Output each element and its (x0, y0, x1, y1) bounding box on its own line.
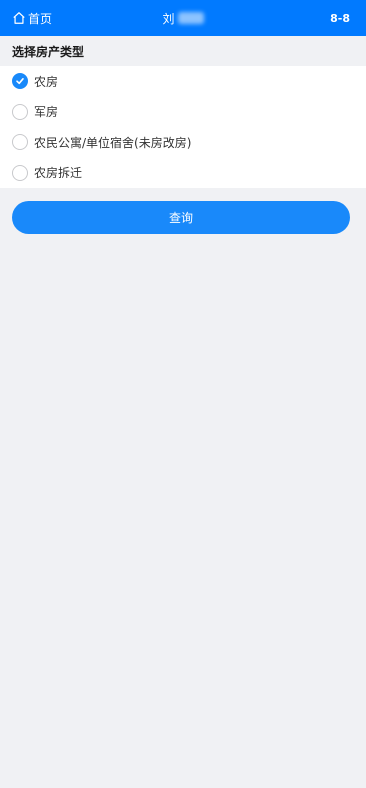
option-nongfang-chaiqian[interactable]: 农房拆迁 (0, 158, 366, 189)
option-nongmin-gongyu[interactable]: 农民公寓/单位宿舍(未房改房) (0, 127, 366, 158)
redacted-name (177, 12, 204, 24)
top-nav-bar: 首页 刘 8-8 (0, 0, 366, 36)
radio-unchecked-icon[interactable] (12, 103, 28, 120)
page-title-text: 刘 (162, 11, 175, 26)
property-type-radio-group: 农房 军房 农民公寓/单位宿舍(未房改房) 农房拆迁 (0, 66, 366, 188)
radio-unchecked-icon[interactable] (12, 164, 28, 181)
home-icon (13, 12, 25, 24)
home-label: 首页 (28, 11, 53, 26)
section-title: 选择房产类型 (12, 44, 85, 59)
option-label: 农民公寓/单位宿舍(未房改房) (34, 135, 192, 150)
radio-unchecked-icon[interactable] (12, 134, 28, 151)
option-label: 农房 (34, 74, 59, 89)
option-label: 军房 (34, 105, 59, 120)
option-nongfang[interactable]: 农房 (0, 66, 366, 97)
query-button[interactable]: 查询 (12, 201, 350, 234)
option-junfang[interactable]: 军房 (0, 97, 366, 128)
page-title: 刘 (0, 0, 366, 36)
version-badge: 8-8 (330, 11, 350, 25)
home-button[interactable]: 首页 (12, 0, 52, 36)
radio-checked-icon[interactable] (12, 73, 28, 90)
option-label: 农房拆迁 (34, 166, 83, 181)
